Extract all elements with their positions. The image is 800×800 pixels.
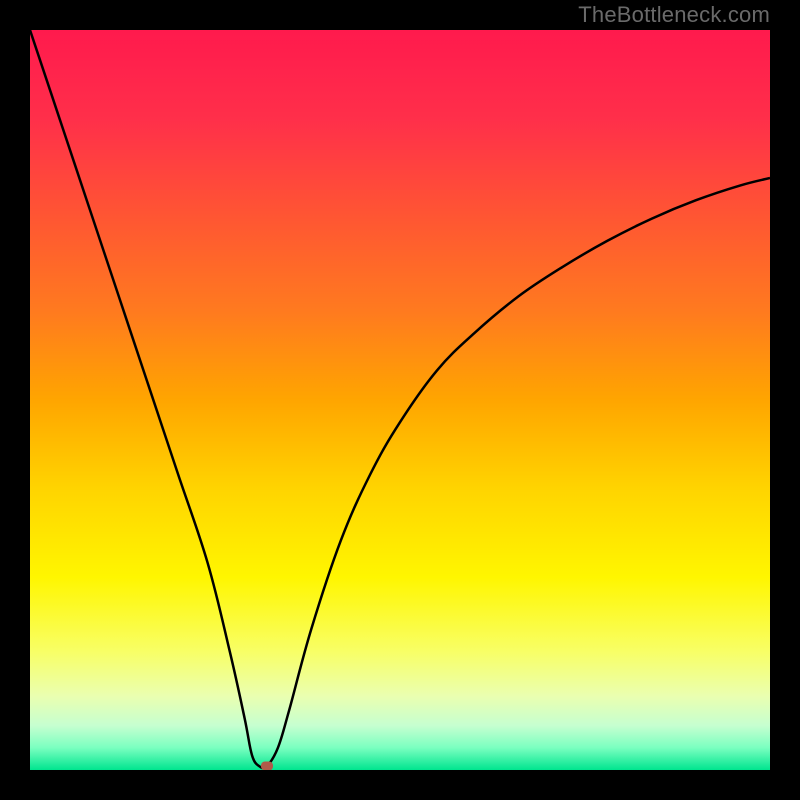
plot-area xyxy=(30,30,770,770)
minimum-marker xyxy=(261,762,273,770)
bottleneck-curve xyxy=(30,30,770,768)
curve-layer xyxy=(30,30,770,770)
watermark-text: TheBottleneck.com xyxy=(578,2,770,28)
chart-frame: TheBottleneck.com xyxy=(0,0,800,800)
